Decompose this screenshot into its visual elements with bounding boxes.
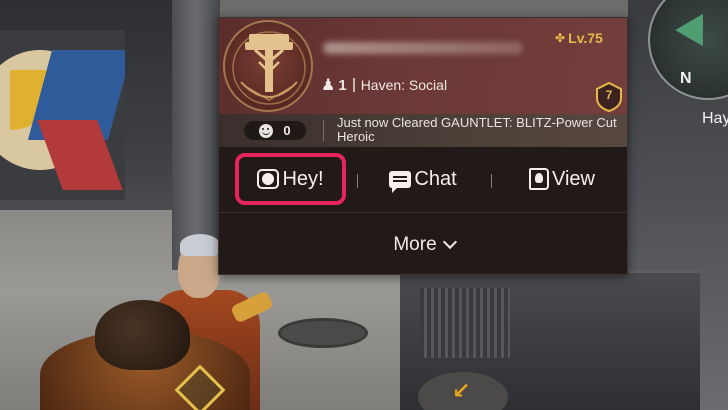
- more-label: More: [393, 233, 437, 255]
- hey-label: Hey!: [282, 167, 324, 190]
- action-row: Hey! Chat View: [219, 147, 627, 212]
- member-count: 1: [338, 76, 347, 94]
- minimap-location-label: Hay: [702, 110, 728, 127]
- winged-crest-icon: ✤: [555, 31, 566, 45]
- shield-badge-icon: 7: [595, 81, 623, 113]
- smile-icon: [259, 123, 274, 138]
- chat-button[interactable]: Chat: [383, 153, 463, 205]
- minimap-compass-n: N: [680, 70, 692, 87]
- haven-name: Haven: Social: [360, 77, 448, 93]
- chat-label: Chat: [414, 167, 457, 190]
- npc-hat: [180, 234, 220, 256]
- player-arrow-icon: [675, 5, 717, 47]
- hey-emote-icon: [257, 169, 280, 189]
- divider: [357, 174, 358, 188]
- hey-button[interactable]: Hey!: [235, 153, 346, 205]
- player-card-popup: ✤ Lv.75 ♟ 1 Haven: Social 7 0 Just now C…: [218, 17, 628, 275]
- pillar: [172, 0, 220, 270]
- wall-mural: [0, 30, 125, 200]
- like-counter[interactable]: 0: [243, 120, 307, 141]
- floor-disc: [278, 318, 368, 348]
- divider: [491, 174, 492, 188]
- player-level: ✤ Lv.75: [555, 30, 603, 46]
- player-hair: [95, 300, 190, 370]
- divider: [323, 120, 324, 141]
- player-emblem-icon: [223, 20, 313, 112]
- chevron-down-icon: [442, 234, 457, 250]
- view-label: View: [552, 167, 595, 190]
- badge-number: 7: [605, 88, 613, 102]
- activity-bar: 0 Just now Cleared GAUNTLET: BLITZ-Power…: [219, 114, 627, 147]
- player-card-header: ✤ Lv.75 ♟ 1 Haven: Social 7: [219, 18, 627, 114]
- view-button[interactable]: View: [523, 153, 601, 205]
- divider: [352, 78, 355, 92]
- recent-activity: Just now Cleared GAUNTLET: BLITZ-Power C…: [337, 115, 617, 144]
- like-count: 0: [283, 123, 291, 138]
- level-text: Lv.75: [568, 30, 603, 46]
- person-icon: ♟: [321, 77, 336, 94]
- haven-info: ♟ 1 Haven: Social: [321, 75, 447, 95]
- more-button[interactable]: More: [219, 212, 627, 274]
- profile-book-icon: [529, 168, 549, 190]
- chat-bubble-icon: [389, 170, 412, 193]
- player-name-obscured: [323, 42, 523, 54]
